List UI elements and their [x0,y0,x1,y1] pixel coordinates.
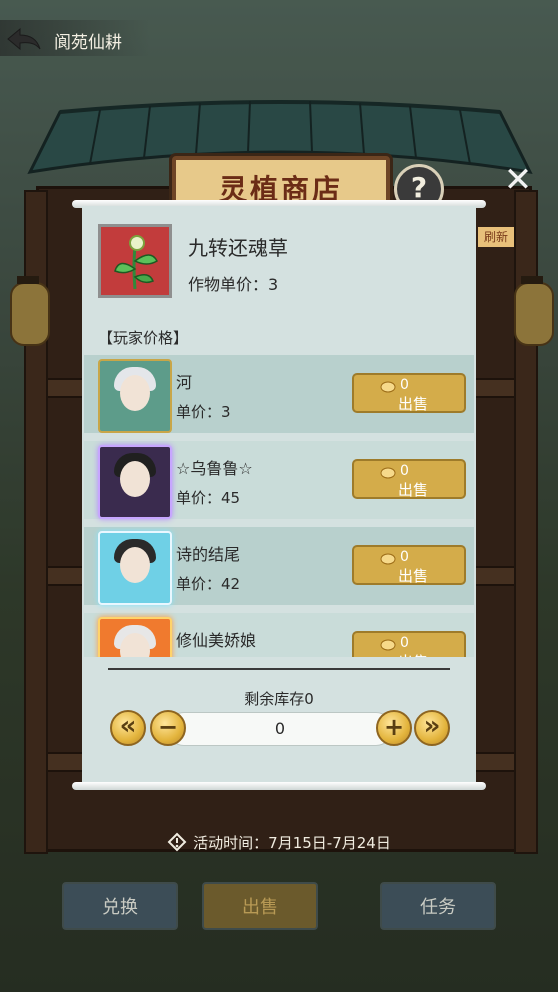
sell-label: 出售 [398,481,429,499]
herb-icon [114,235,158,290]
player-name: 河 [176,373,193,392]
sell-label: 出售 [398,567,429,585]
sell-button[interactable]: 0 出售 [352,631,466,657]
avatar-face [120,461,150,497]
list-item: 诗的结尾 单价：42 0 出售 [84,527,474,605]
player-price: 单价：45 [176,489,241,507]
player-name: 诗的结尾 [176,545,241,564]
item-name: 九转还魂草 [188,236,288,260]
stock-label: 剩余库存0 [244,690,314,708]
coin-icon [380,553,396,565]
sell-count: 0 [400,377,409,393]
sell-button[interactable]: 0 出售 [352,373,466,413]
sell-label: 出售 [398,395,429,413]
player-name: 修仙美娇娘 [176,631,257,650]
warning-icon [167,832,187,852]
activity-text: 活动时间：7月15日-7月24日 [193,834,391,852]
refresh-tag[interactable]: 刷新 [478,227,514,247]
avatar [98,531,172,605]
close-icon[interactable]: ✕ [502,163,534,197]
list-item: 修仙美娇娘 0 出售 [84,613,474,657]
herb-item-icon [98,224,172,298]
max-right-button[interactable]: » [414,710,450,746]
scroll-rod-bottom [72,782,486,790]
avatar-face [120,547,150,583]
player-list[interactable]: 河 单价：3 0 出售 ☆乌鲁鲁☆ 单价：45 0 出售 诗的结尾 单价：42 [84,355,474,657]
minus-button[interactable]: − [150,710,186,746]
avatar-face [120,375,150,411]
activity-time: 活动时间：7月15日-7月24日 [0,832,558,853]
avatar [98,359,172,433]
page-title: 阆苑仙耕 [54,33,122,53]
player-price: 单价：42 [176,575,241,593]
coin-icon [380,381,396,393]
avatar [98,445,172,519]
sell-button[interactable]: 0 出售 [352,545,466,585]
player-name: ☆乌鲁鲁☆ [176,459,253,478]
back-arrow-icon[interactable] [6,27,42,51]
divider [108,668,450,670]
list-item: ☆乌鲁鲁☆ 单价：45 0 出售 [84,441,474,519]
sell-count: 0 [400,549,409,565]
avatar [98,617,172,657]
plus-button[interactable]: + [376,710,412,746]
exchange-button[interactable]: 兑换 [62,882,178,930]
task-button[interactable]: 任务 [380,882,496,930]
sell-count: 0 [400,463,409,479]
item-price: 作物单价：3 [188,275,279,294]
sell-count: 0 [400,635,409,651]
max-left-button[interactable]: « [110,710,146,746]
player-price-heading: 【玩家价格】 [98,329,189,347]
player-price: 单价：3 [176,403,231,421]
list-item: 河 单价：3 0 出售 [84,355,474,433]
coin-icon [380,467,396,479]
sell-label: 出售 [398,651,428,657]
sell-tab-button[interactable]: 出售 [202,882,318,930]
quantity-value: 0 [274,719,286,738]
sell-button[interactable]: 0 出售 [352,459,466,499]
coin-icon [380,639,396,651]
quantity-stepper[interactable]: 0 [168,712,392,746]
